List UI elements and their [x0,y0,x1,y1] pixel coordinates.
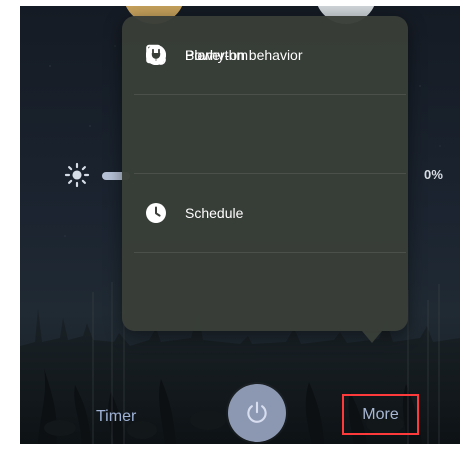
timer-button[interactable]: Timer [96,408,136,426]
menu-divider [134,173,406,174]
menu-item-label: Power-on behavior [185,47,303,63]
menu-item-schedule[interactable]: Schedule [122,174,408,252]
schedule-icon [144,201,168,225]
brightness-percent-label: 0% [424,167,444,182]
menu-divider [134,94,406,95]
more-button[interactable]: More [342,394,419,435]
power-icon [243,399,271,427]
brightness-icon [64,162,90,188]
screenshot-canvas: 0% Timer More Plan Schedule Biorhythm Po… [0,0,471,450]
more-options-popup: Plan Schedule Biorhythm Power-on behavio… [122,16,408,343]
app-screen: 0% Timer More Plan Schedule Biorhythm Po… [20,6,460,444]
power-button[interactable] [228,384,286,442]
power-plug-icon [144,43,168,67]
menu-divider [134,252,406,253]
menu-item-label: Schedule [185,205,244,221]
menu-item-power-on-behavior[interactable]: Power-on behavior [122,16,408,94]
